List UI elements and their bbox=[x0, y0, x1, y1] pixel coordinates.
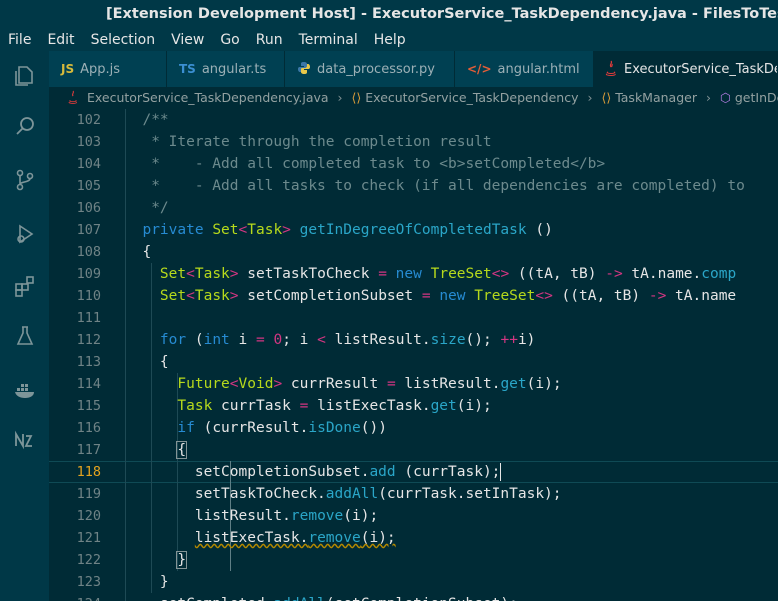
source-control-icon[interactable] bbox=[12, 167, 38, 193]
code-line: listExecTask.remove(i); bbox=[194, 530, 396, 546]
line-number: 111 bbox=[76, 310, 101, 326]
line-number: 112 bbox=[76, 332, 101, 348]
testing-icon[interactable] bbox=[12, 323, 38, 349]
code-line: /** bbox=[125, 112, 169, 128]
code-line: private Set<Task> getInDegreeOfCompleted… bbox=[142, 222, 553, 238]
line-number: 113 bbox=[76, 354, 101, 370]
code-area[interactable]: /** * Iterate through the completion res… bbox=[125, 109, 778, 601]
javascript-icon: JS bbox=[61, 62, 75, 76]
tab-executor-service-java[interactable]: ExecutorService_TaskDep bbox=[594, 51, 778, 87]
line-number: 119 bbox=[76, 486, 101, 502]
method-icon: ⬡ bbox=[719, 90, 731, 105]
line-number: 105 bbox=[76, 178, 101, 194]
line-number: 103 bbox=[76, 134, 101, 150]
java-icon bbox=[604, 51, 618, 87]
code-line: Set<Task> setTaskToCheck = new TreeSet<>… bbox=[159, 266, 737, 282]
code-line: if (currResult.isDone()) bbox=[177, 420, 387, 436]
menu-bar: File Edit Selection View Go Run Terminal Help bbox=[0, 29, 778, 51]
tab-label: angular.html bbox=[497, 62, 580, 77]
code-line: * - Add all tasks to check (if all depen… bbox=[125, 178, 745, 194]
line-number-gutter: 102 103 104 105 106 107 108 109 110 111 … bbox=[49, 109, 101, 601]
breadcrumb-class[interactable]: ExecutorService_TaskDependency bbox=[365, 90, 578, 105]
code-line: listResult.remove(i); bbox=[125, 508, 379, 524]
editor-tabs: JS App.js TS angular.ts data_processor.py … bbox=[49, 51, 778, 87]
tab-data-processor-py[interactable]: data_processor.py bbox=[285, 51, 455, 87]
menu-run[interactable]: Run bbox=[248, 29, 291, 51]
code-line: } bbox=[125, 574, 169, 590]
menu-selection[interactable]: Selection bbox=[83, 29, 164, 51]
line-number: 116 bbox=[76, 420, 101, 436]
search-icon[interactable] bbox=[12, 113, 38, 139]
line-number: 108 bbox=[76, 244, 101, 260]
window-title: [Extension Development Host] - ExecutorS… bbox=[0, 0, 778, 29]
typescript-icon: TS bbox=[179, 62, 196, 76]
line-number: 110 bbox=[76, 288, 101, 304]
code-line: { bbox=[125, 244, 152, 260]
tab-label: angular.ts bbox=[201, 62, 267, 77]
code-editor[interactable]: 102 103 104 105 106 107 108 109 110 111 … bbox=[49, 109, 778, 601]
html-icon: </> bbox=[467, 62, 492, 76]
line-number: 115 bbox=[76, 398, 101, 414]
code-line: for (int i = 0; i < listResult.size(); +… bbox=[159, 332, 536, 348]
menu-terminal[interactable]: Terminal bbox=[291, 29, 366, 51]
code-line-current: setCompletionSubset.add (currTask); bbox=[125, 463, 502, 481]
tab-label: data_processor.py bbox=[317, 62, 435, 77]
line-number: 121 bbox=[76, 530, 101, 546]
tab-angular-html[interactable]: </> angular.html bbox=[455, 51, 594, 87]
activity-bar bbox=[0, 51, 49, 601]
line-number: 117 bbox=[76, 442, 101, 458]
code-line: * Iterate through the completion result bbox=[125, 134, 492, 150]
explorer-icon[interactable] bbox=[12, 63, 38, 89]
line-number: 107 bbox=[76, 222, 101, 238]
tab-label: ExecutorService_TaskDep bbox=[624, 62, 778, 77]
code-line: Future<Void> currResult = listResult.get… bbox=[177, 376, 562, 392]
code-line: { bbox=[125, 354, 169, 370]
line-number: 122 bbox=[76, 552, 101, 568]
menu-file[interactable]: File bbox=[0, 29, 39, 51]
breadcrumb-method[interactable]: getInDegreeO bbox=[735, 90, 778, 105]
code-line: setCompleted.addAll(setCompletionSubset)… bbox=[125, 593, 518, 601]
tab-angular-ts[interactable]: TS angular.ts bbox=[167, 51, 285, 87]
docker-icon[interactable] bbox=[12, 377, 38, 403]
chevron-right-icon: › bbox=[587, 90, 593, 105]
line-number: 102 bbox=[76, 112, 101, 128]
code-line: } bbox=[176, 551, 188, 569]
menu-view[interactable]: View bbox=[163, 29, 212, 51]
menu-edit[interactable]: Edit bbox=[39, 29, 82, 51]
line-number: 106 bbox=[76, 200, 101, 216]
breadcrumb: ExecutorService_TaskDependency.java › ⟨⟩… bbox=[49, 87, 778, 109]
nx-icon[interactable] bbox=[12, 427, 38, 453]
code-line: Set<Task> setCompletionSubset = new Tree… bbox=[159, 288, 737, 304]
chevron-right-icon: › bbox=[337, 90, 343, 105]
tab-label: App.js bbox=[80, 62, 121, 77]
text-cursor bbox=[500, 463, 502, 481]
java-icon bbox=[67, 90, 79, 105]
line-number: 120 bbox=[76, 508, 101, 524]
extensions-icon[interactable] bbox=[12, 273, 38, 299]
class-icon: ⟨⟩ bbox=[601, 90, 612, 105]
menu-go[interactable]: Go bbox=[212, 29, 247, 51]
line-number: 114 bbox=[76, 376, 101, 392]
debug-icon[interactable] bbox=[12, 221, 38, 247]
menu-help[interactable]: Help bbox=[366, 29, 414, 51]
code-line: setTaskToCheck.addAll(currTask.setInTask… bbox=[125, 486, 562, 502]
class-icon: ⟨⟩ bbox=[351, 90, 362, 105]
line-number: 109 bbox=[76, 266, 101, 282]
line-number: 104 bbox=[76, 156, 101, 172]
line-number: 123 bbox=[76, 574, 101, 590]
tab-app-js[interactable]: JS App.js bbox=[49, 51, 167, 87]
breadcrumb-file[interactable]: ExecutorService_TaskDependency.java bbox=[87, 90, 329, 105]
code-line: Task currTask = listExecTask.get(i); bbox=[177, 398, 492, 414]
code-line: */ bbox=[125, 200, 169, 216]
breadcrumb-inner-class[interactable]: TaskManager bbox=[615, 90, 697, 105]
code-line: { bbox=[176, 441, 188, 459]
code-line: * - Add all completed task to <b>setComp… bbox=[125, 156, 606, 172]
line-number-current: 118 bbox=[76, 464, 101, 480]
line-number: 124 bbox=[51, 593, 101, 601]
chevron-right-icon: › bbox=[705, 90, 711, 105]
python-icon bbox=[297, 51, 311, 87]
